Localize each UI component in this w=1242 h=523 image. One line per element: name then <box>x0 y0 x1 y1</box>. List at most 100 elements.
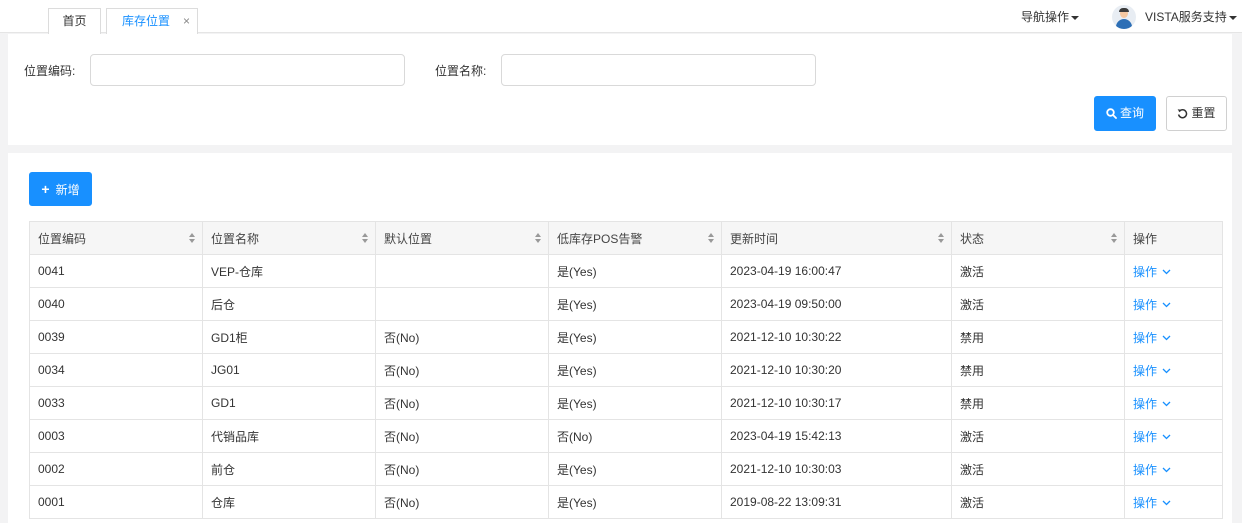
chevron-down-icon <box>1162 368 1171 373</box>
cell-status: 激活 <box>951 287 1125 321</box>
column-header-default[interactable]: 默认位置 <box>375 221 549 255</box>
column-header-name[interactable]: 位置名称 <box>202 221 376 255</box>
cell-alert: 是(Yes) <box>548 254 722 288</box>
cell-alert: 是(Yes) <box>548 452 722 486</box>
cell-updated: 2021-12-10 10:30:17 <box>721 386 952 420</box>
column-header-actions: 操作 <box>1124 221 1223 255</box>
cell-updated: 2021-12-10 10:30:03 <box>721 452 952 486</box>
cell-code: 0041 <box>29 254 203 288</box>
chevron-down-icon <box>1162 434 1171 439</box>
location-code-input[interactable] <box>90 54 405 86</box>
table-header-row: 位置编码 位置名称 默认位置 低库存POS告警 更新时间 状态 操作 <box>29 221 1223 255</box>
row-actions-dropdown[interactable]: 操作 <box>1124 386 1223 420</box>
search-panel: 位置编码: 位置名称: 查询 重置 <box>8 34 1242 145</box>
chevron-down-icon <box>1162 302 1171 307</box>
row-actions-dropdown[interactable]: 操作 <box>1124 254 1223 288</box>
chevron-down-icon <box>1162 500 1171 505</box>
reset-button[interactable]: 重置 <box>1166 96 1227 131</box>
column-header-code[interactable]: 位置编码 <box>29 221 203 255</box>
nav-ops-label: 导航操作 <box>1021 10 1070 24</box>
cell-default <box>375 287 549 321</box>
add-button-label: 新增 <box>55 183 80 197</box>
cell-updated: 2023-04-19 15:42:13 <box>721 419 952 453</box>
sort-icon[interactable] <box>362 233 369 244</box>
table-row: 0041 VEP-仓库 是(Yes) 2023-04-19 16:00:47 激… <box>29 254 1223 288</box>
cell-status: 禁用 <box>951 320 1125 354</box>
table-panel: + 新增 位置编码 位置名称 默认位置 低库存POS告警 更新时间 状态 操作 0… <box>8 153 1242 523</box>
table-row: 0039 GD1柜 否(No) 是(Yes) 2021-12-10 10:30:… <box>29 320 1223 354</box>
cell-status: 激活 <box>951 452 1125 486</box>
caret-down-icon <box>1228 15 1237 20</box>
row-actions-dropdown[interactable]: 操作 <box>1124 287 1223 321</box>
cell-alert: 是(Yes) <box>548 386 722 420</box>
cell-updated: 2021-12-10 10:30:20 <box>721 353 952 387</box>
row-actions-dropdown[interactable]: 操作 <box>1124 320 1223 354</box>
plus-icon: + <box>41 181 50 197</box>
cell-name: JG01 <box>202 353 376 387</box>
cell-updated: 2019-08-22 13:09:31 <box>721 485 952 519</box>
cell-default: 否(No) <box>375 419 549 453</box>
top-bar: 首页 库存位置 × 导航操作 VISTA服务支持 <box>0 0 1242 34</box>
cell-status: 激活 <box>951 419 1125 453</box>
cell-name: 仓库 <box>202 485 376 519</box>
user-avatar[interactable] <box>1112 5 1136 29</box>
cell-status: 禁用 <box>951 353 1125 387</box>
cell-code: 0003 <box>29 419 203 453</box>
cell-alert: 否(No) <box>548 419 722 453</box>
user-menu[interactable]: VISTA服务支持 <box>1145 8 1237 25</box>
tab-home[interactable]: 首页 <box>48 8 101 34</box>
cell-code: 0039 <box>29 320 203 354</box>
query-button[interactable]: 查询 <box>1094 96 1156 131</box>
row-actions-dropdown[interactable]: 操作 <box>1124 353 1223 387</box>
row-actions-dropdown[interactable]: 操作 <box>1124 485 1223 519</box>
column-header-updated[interactable]: 更新时间 <box>721 221 952 255</box>
sort-icon[interactable] <box>535 233 542 244</box>
chevron-down-icon <box>1162 335 1171 340</box>
cell-alert: 是(Yes) <box>548 320 722 354</box>
cell-code: 0034 <box>29 353 203 387</box>
cell-status: 激活 <box>951 254 1125 288</box>
query-button-label: 查询 <box>1119 106 1144 120</box>
cell-alert: 是(Yes) <box>548 485 722 519</box>
cell-default: 否(No) <box>375 452 549 486</box>
cell-alert: 是(Yes) <box>548 287 722 321</box>
column-header-alert[interactable]: 低库存POS告警 <box>548 221 722 255</box>
cell-code: 0001 <box>29 485 203 519</box>
sort-icon[interactable] <box>189 233 196 244</box>
cell-name: 代销品库 <box>202 419 376 453</box>
undo-icon <box>1178 109 1188 119</box>
cell-code: 0040 <box>29 287 203 321</box>
cell-name: 前仓 <box>202 452 376 486</box>
user-name-label: VISTA服务支持 <box>1145 10 1227 24</box>
cell-alert: 是(Yes) <box>548 353 722 387</box>
table-row: 0002 前仓 否(No) 是(Yes) 2021-12-10 10:30:03… <box>29 452 1223 486</box>
scrollbar-track[interactable] <box>1232 34 1242 523</box>
cell-default: 否(No) <box>375 386 549 420</box>
cell-name: GD1柜 <box>202 320 376 354</box>
row-actions-dropdown[interactable]: 操作 <box>1124 419 1223 453</box>
location-name-input[interactable] <box>501 54 816 86</box>
sort-icon[interactable] <box>938 233 945 244</box>
cell-default: 否(No) <box>375 320 549 354</box>
caret-down-icon <box>1071 15 1080 20</box>
cell-updated: 2023-04-19 16:00:47 <box>721 254 952 288</box>
close-icon[interactable]: × <box>183 9 190 33</box>
tab-inventory-location[interactable]: 库存位置 × <box>106 8 198 34</box>
add-button[interactable]: + 新增 <box>29 172 92 206</box>
cell-name: 后仓 <box>202 287 376 321</box>
search-icon <box>1106 108 1117 119</box>
cell-default: 否(No) <box>375 353 549 387</box>
location-code-label: 位置编码: <box>24 64 76 78</box>
cell-status: 禁用 <box>951 386 1125 420</box>
sort-icon[interactable] <box>708 233 715 244</box>
sort-icon[interactable] <box>1111 233 1118 244</box>
column-header-status[interactable]: 状态 <box>951 221 1125 255</box>
cell-status: 激活 <box>951 485 1125 519</box>
table-row: 0034 JG01 否(No) 是(Yes) 2021-12-10 10:30:… <box>29 353 1223 387</box>
cell-code: 0002 <box>29 452 203 486</box>
cell-code: 0033 <box>29 386 203 420</box>
row-actions-dropdown[interactable]: 操作 <box>1124 452 1223 486</box>
reset-button-label: 重置 <box>1191 106 1216 120</box>
cell-default <box>375 254 549 288</box>
nav-ops-dropdown[interactable]: 导航操作 <box>1021 8 1080 25</box>
